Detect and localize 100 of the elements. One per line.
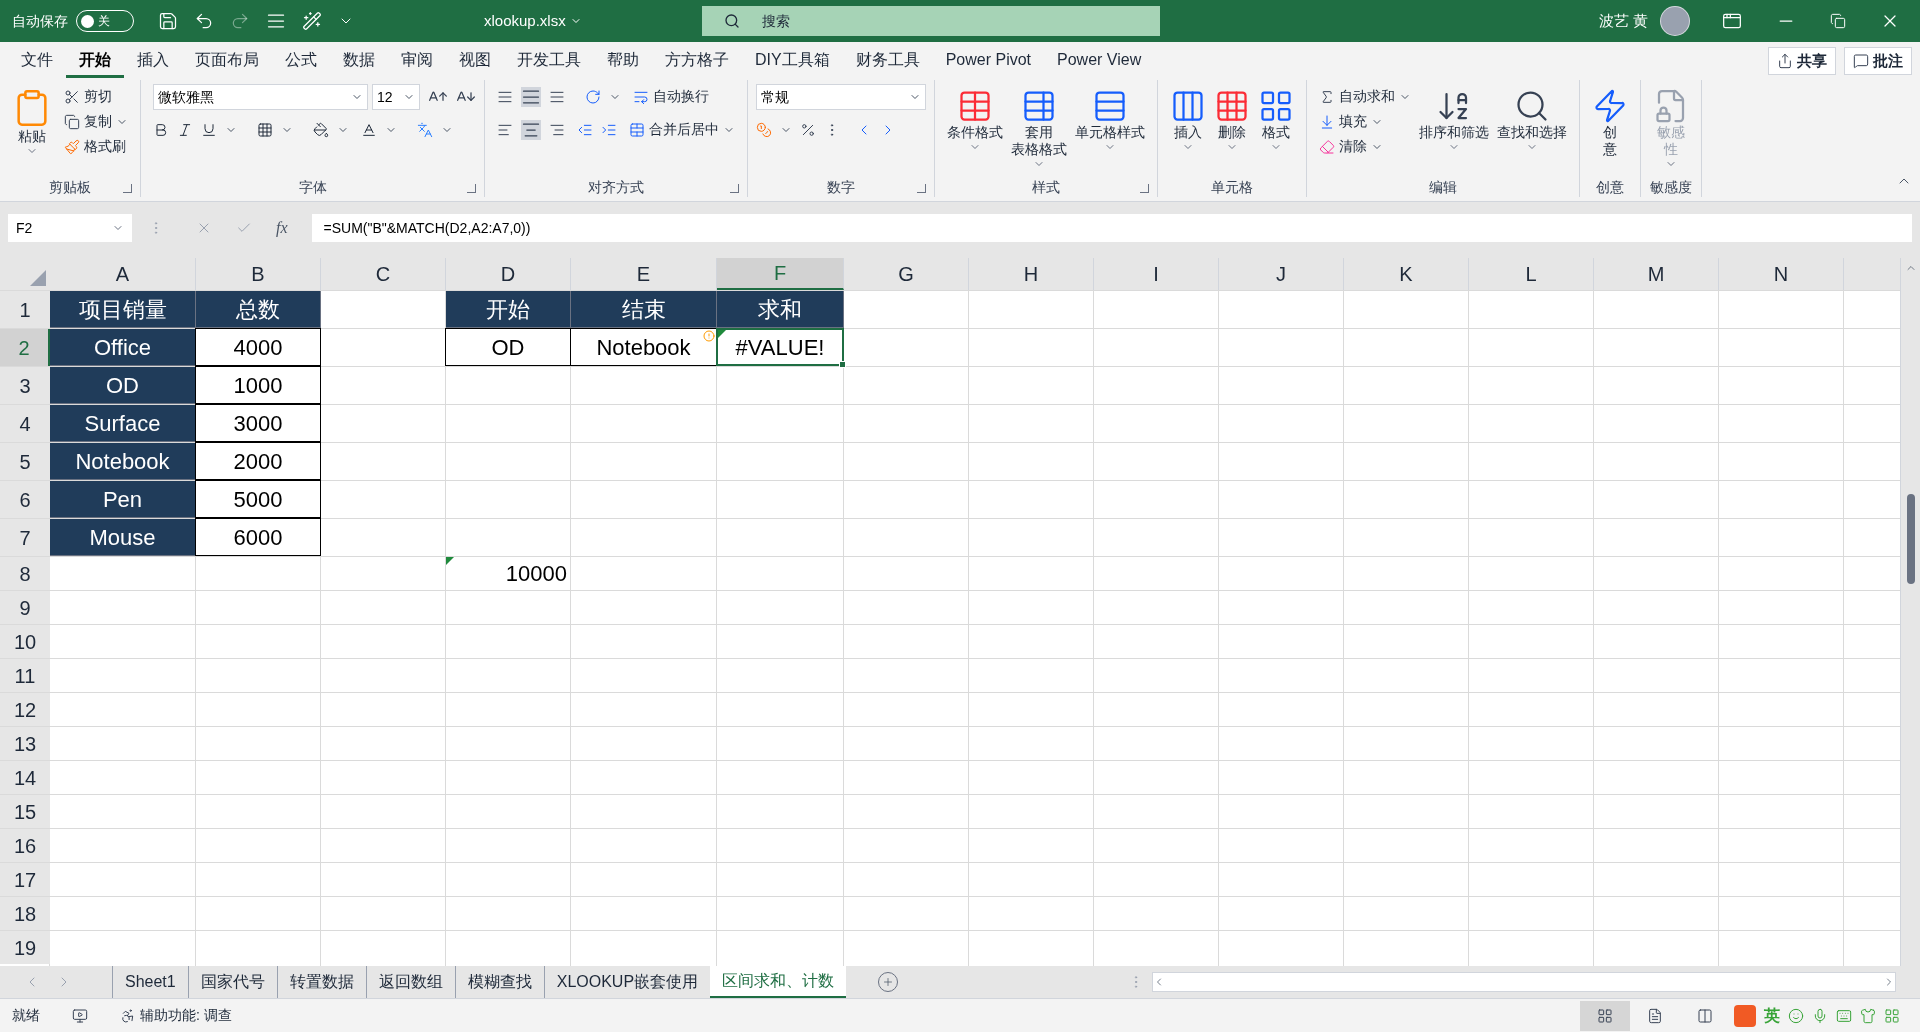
italic-icon[interactable] [177,122,193,138]
cells-button[interactable]: 格式 [1254,84,1298,153]
table-cell: Office [50,329,196,366]
number-format-select[interactable]: 常规 [756,84,926,110]
table-cell: 结束 [571,291,717,328]
fill-color-icon[interactable] [313,122,329,138]
align-middle-icon[interactable] [521,86,541,107]
row-header[interactable]: 13 [0,727,50,760]
underline-icon[interactable] [201,122,217,138]
coins-icon[interactable] [756,122,772,138]
editing-button[interactable]: 清除 [1315,134,1415,159]
restore-icon[interactable] [1830,13,1846,29]
styles-button[interactable]: 条件格式 [943,84,1007,153]
menu-tab[interactable]: 方方格子 [652,44,742,78]
avatar[interactable] [1660,6,1690,36]
orientation-icon[interactable] [585,88,601,105]
redo-icon[interactable] [230,11,250,31]
shirt-icon[interactable] [1860,1007,1876,1024]
font-family-select[interactable]: 微软雅黑 [153,84,368,110]
row-header[interactable]: 8 [0,557,50,590]
wand-icon[interactable] [302,11,322,31]
macro-record-icon[interactable] [72,1007,88,1024]
ime-logo[interactable] [1734,1004,1756,1027]
menu-tab[interactable]: 视图 [446,44,504,78]
font-size-select[interactable]: 12 [372,84,420,110]
row-header[interactable]: 17 [0,863,50,896]
row-header[interactable]: 15 [0,795,50,828]
row-header[interactable]: 19 [0,931,50,964]
clipboard-button[interactable]: 剪切 [60,84,132,109]
keyboard-icon[interactable] [1836,1007,1852,1024]
menu-tab[interactable]: 文件 [8,44,66,78]
dialog-launcher-icon[interactable] [730,184,739,193]
row-header[interactable]: 14 [0,761,50,794]
cells-button[interactable]: 删除 [1210,84,1254,153]
column-header[interactable]: F [717,258,844,290]
file-name[interactable]: xlookup.xlsx [484,9,582,33]
comments-button[interactable]: 批注 [1844,47,1912,75]
editing-button[interactable]: 填充 [1315,109,1415,134]
row-header[interactable]: 11 [0,659,50,692]
row-header[interactable]: 2 [0,329,50,366]
menu-tab[interactable]: 帮助 [594,44,652,78]
emoji-icon[interactable] [1788,1007,1804,1024]
paste-button[interactable]: 粘贴 [8,84,56,157]
undo-icon[interactable] [194,11,214,31]
row-header[interactable]: 16 [0,829,50,862]
menu-tab[interactable]: Power View [1044,44,1155,78]
styles-button[interactable]: 单元格样式 [1071,84,1149,153]
editing-big-button[interactable]: 排序和筛选 [1415,84,1493,153]
menu-tab[interactable]: 数据 [330,44,388,78]
dialog-launcher-icon[interactable] [1140,184,1149,193]
scrollbar-thumb[interactable] [1906,494,1915,584]
editing-button[interactable]: 自动求和 [1315,84,1415,109]
menu-tab[interactable]: 插入 [124,44,182,78]
row-header[interactable]: 5 [0,443,50,480]
ribbon-display-icon[interactable] [1722,11,1742,31]
styles-button[interactable]: 套用 表格格式 [1007,84,1071,170]
row-header[interactable]: 6 [0,481,50,518]
row-header[interactable]: 7 [0,519,50,556]
dialog-launcher-icon[interactable] [917,184,926,193]
sheet-tab[interactable]: 区间求和、计数 [710,966,847,998]
formula-field[interactable]: =SUM("B"&MATCH(D2,A2:A7,0)) [311,214,1912,242]
percent-icon[interactable] [800,122,816,138]
row-header[interactable]: 3 [0,367,50,404]
bold-icon[interactable] [153,122,169,138]
insert-function-button[interactable]: fx [276,216,288,240]
search-field[interactable]: 搜索 [701,6,1160,36]
name-box[interactable]: F2 [8,214,132,242]
clipboard-button[interactable]: 格式刷 [60,134,132,159]
ideas-button[interactable]: 创 意 [1588,84,1632,158]
menu-tab[interactable]: 页面布局 [182,44,272,78]
menu-tab[interactable]: Power Pivot [932,44,1045,78]
fill-handle[interactable] [839,361,846,368]
align-center-icon[interactable] [521,119,541,140]
menu-tab[interactable]: DIY工具箱 [742,44,843,78]
accessibility-button[interactable]: 辅助功能: 调查 [120,1005,232,1026]
row-header[interactable]: 12 [0,693,50,726]
row-header[interactable]: 4 [0,405,50,442]
dialog-launcher-icon[interactable] [123,184,132,193]
microphone-icon[interactable] [1812,1007,1828,1024]
row-header[interactable]: 18 [0,897,50,930]
share-button[interactable]: 共享 [1768,47,1836,75]
menu-tab[interactable]: 开发工具 [504,44,594,78]
view-button[interactable] [1580,1000,1630,1031]
clipboard-button[interactable]: 复制 [60,109,132,134]
editing-big-button[interactable]: 查找和选择 [1493,84,1571,153]
wrap-text-button[interactable]: 自动换行 [629,84,713,109]
row-header[interactable]: 1 [0,291,50,328]
borders-icon[interactable] [257,122,273,138]
merge-center-button[interactable]: 合并后居中 [625,117,739,142]
apps-icon[interactable] [1884,1007,1900,1024]
menu-tab[interactable]: 审阅 [388,44,446,78]
phonetic-icon[interactable] [417,122,433,138]
row-header[interactable]: 9 [0,591,50,624]
font-color-icon[interactable] [361,122,377,138]
cells-button[interactable]: 插入 [1166,84,1210,153]
save-icon[interactable] [158,11,178,31]
menu-tab[interactable]: 公式 [272,44,330,78]
menu-tab[interactable]: 财务工具 [842,44,933,78]
dialog-launcher-icon[interactable] [467,184,476,193]
row-header[interactable]: 10 [0,625,50,658]
